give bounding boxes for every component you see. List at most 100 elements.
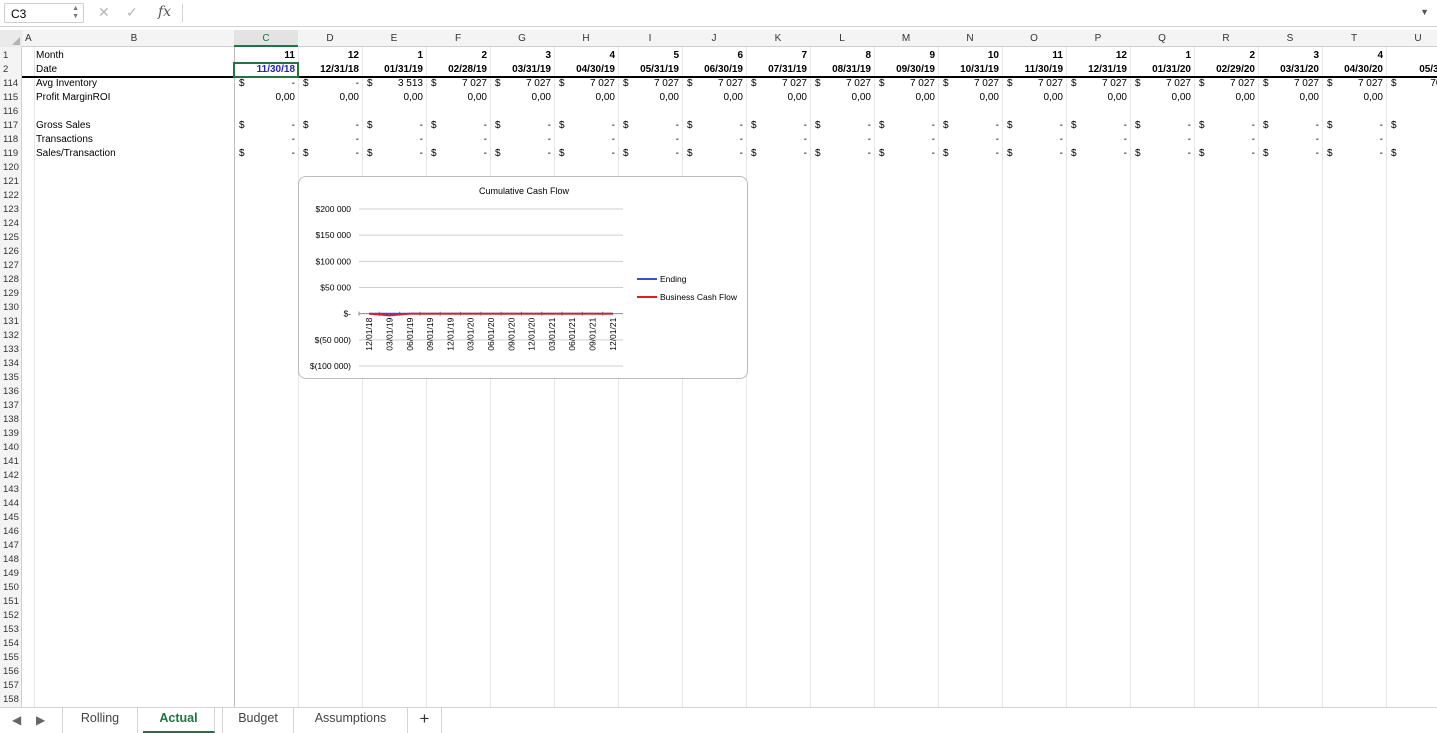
profit-margin-cell[interactable]: 0,00 [234,91,298,105]
gross-sales-cell[interactable]: - [1322,119,1386,133]
avg-inventory-cell[interactable]: - [234,77,298,91]
column-header-g[interactable]: G [490,30,554,47]
date-cell[interactable]: 04/30/19 [554,63,618,77]
row-header-129[interactable]: 129 [0,287,22,301]
profit-margin-cell[interactable]: 0,00 [362,91,426,105]
row-header-135[interactable]: 135 [0,371,22,385]
fx-icon[interactable]: fx [158,4,171,20]
row-header-117[interactable]: 117 [0,119,22,133]
avg-inventory-cell[interactable]: 7 027 [426,77,490,91]
row-header-146[interactable]: 146 [0,525,22,539]
profit-margin-cell[interactable]: 0,00 [1194,91,1258,105]
gross-sales-cell[interactable]: - [426,119,490,133]
row-label-gross-sales[interactable]: Gross Sales [33,119,233,133]
avg-inventory-cell[interactable]: 7 027 [938,77,1002,91]
formula-input[interactable] [186,3,1416,23]
avg-inventory-cell[interactable]: 7 027 [746,77,810,91]
date-cell[interactable]: 03/31/20 [1258,63,1322,77]
column-header-q[interactable]: Q [1130,30,1194,47]
row-header-145[interactable]: 145 [0,511,22,525]
date-cell[interactable]: 08/31/19 [810,63,874,77]
gross-sales-cell[interactable]: - [1386,119,1437,133]
column-header-a[interactable]: A [22,30,34,47]
row-header-124[interactable]: 124 [0,217,22,231]
sales-per-transaction-cell[interactable]: - [746,147,810,161]
avg-inventory-cell[interactable]: 7 027 [1194,77,1258,91]
date-cell[interactable]: 01/31/20 [1130,63,1194,77]
month-cell[interactable]: 1 [362,49,426,63]
tab-next-icon[interactable]: ▶ [36,713,45,727]
transactions-cell[interactable]: - [1002,133,1066,147]
avg-inventory-cell[interactable]: 7 027 [1258,77,1322,91]
row-header-139[interactable]: 139 [0,427,22,441]
profit-margin-cell[interactable]: 0,00 [554,91,618,105]
date-cell[interactable]: 05/31/ [1386,63,1437,77]
transactions-cell[interactable]: - [1386,133,1437,147]
date-cell[interactable]: 09/30/19 [874,63,938,77]
avg-inventory-cell[interactable]: 7 027 [1066,77,1130,91]
row-header-154[interactable]: 154 [0,637,22,651]
profit-margin-cell[interactable]: 0, [1386,91,1437,105]
row-header-136[interactable]: 136 [0,385,22,399]
transactions-cell[interactable]: - [1258,133,1322,147]
gross-sales-cell[interactable]: - [490,119,554,133]
row-header-122[interactable]: 122 [0,189,22,203]
column-header-r[interactable]: R [1194,30,1258,47]
row-header-134[interactable]: 134 [0,357,22,371]
row-header-118[interactable]: 118 [0,133,22,147]
month-cell[interactable]: 9 [874,49,938,63]
month-cell[interactable]: 3 [1258,49,1322,63]
month-cell[interactable]: 8 [810,49,874,63]
month-cell[interactable]: 1 [1130,49,1194,63]
name-box-stepper-icon[interactable]: ▲ ▼ [72,5,79,21]
sales-per-transaction-cell[interactable]: - [1386,147,1437,161]
row-header-131[interactable]: 131 [0,315,22,329]
transactions-cell[interactable]: - [554,133,618,147]
avg-inventory-cell[interactable]: 7 027 [810,77,874,91]
month-cell[interactable]: 12 [1066,49,1130,63]
row-header-120[interactable]: 120 [0,161,22,175]
column-header-c[interactable]: C [234,30,298,47]
sales-per-transaction-cell[interactable]: - [1322,147,1386,161]
transactions-cell[interactable]: - [1194,133,1258,147]
transactions-cell[interactable]: - [298,133,362,147]
date-cell[interactable]: 04/30/20 [1322,63,1386,77]
sales-per-transaction-cell[interactable]: - [298,147,362,161]
column-header-d[interactable]: D [298,30,362,47]
sales-per-transaction-cell[interactable]: - [1194,147,1258,161]
gross-sales-cell[interactable]: - [810,119,874,133]
avg-inventory-cell[interactable]: 7 027 [554,77,618,91]
sales-per-transaction-cell[interactable]: - [618,147,682,161]
gross-sales-cell[interactable]: - [1130,119,1194,133]
row-header-156[interactable]: 156 [0,665,22,679]
tab-assumptions[interactable]: Assumptions [294,708,408,733]
gross-sales-cell[interactable]: - [618,119,682,133]
row-header-132[interactable]: 132 [0,329,22,343]
row-label-transactions[interactable]: Transactions [33,133,233,147]
column-header-m[interactable]: M [874,30,938,47]
profit-margin-cell[interactable]: 0,00 [938,91,1002,105]
sales-per-transaction-cell[interactable]: - [1066,147,1130,161]
avg-inventory-cell[interactable]: 702 [1386,77,1437,91]
row-header-123[interactable]: 123 [0,203,22,217]
row-header-148[interactable]: 148 [0,553,22,567]
row-header-137[interactable]: 137 [0,399,22,413]
column-header-o[interactable]: O [1002,30,1066,47]
transactions-cell[interactable]: - [490,133,554,147]
row-label-date[interactable]: Date [33,63,233,77]
month-cell[interactable]: 3 [490,49,554,63]
avg-inventory-cell[interactable]: 7 027 [618,77,682,91]
row-header-151[interactable]: 151 [0,595,22,609]
transactions-cell[interactable]: - [682,133,746,147]
sales-per-transaction-cell[interactable]: - [874,147,938,161]
row-label-sales-per-transaction[interactable]: Sales/Transaction [33,147,233,161]
profit-margin-cell[interactable]: 0,00 [1002,91,1066,105]
column-header-h[interactable]: H [554,30,618,47]
profit-margin-cell[interactable]: 0,00 [746,91,810,105]
date-cell[interactable]: 02/28/19 [426,63,490,77]
transactions-cell[interactable]: - [746,133,810,147]
row-header-141[interactable]: 141 [0,455,22,469]
transactions-cell[interactable]: - [874,133,938,147]
column-header-n[interactable]: N [938,30,1002,47]
month-cell[interactable]: 4 [1322,49,1386,63]
